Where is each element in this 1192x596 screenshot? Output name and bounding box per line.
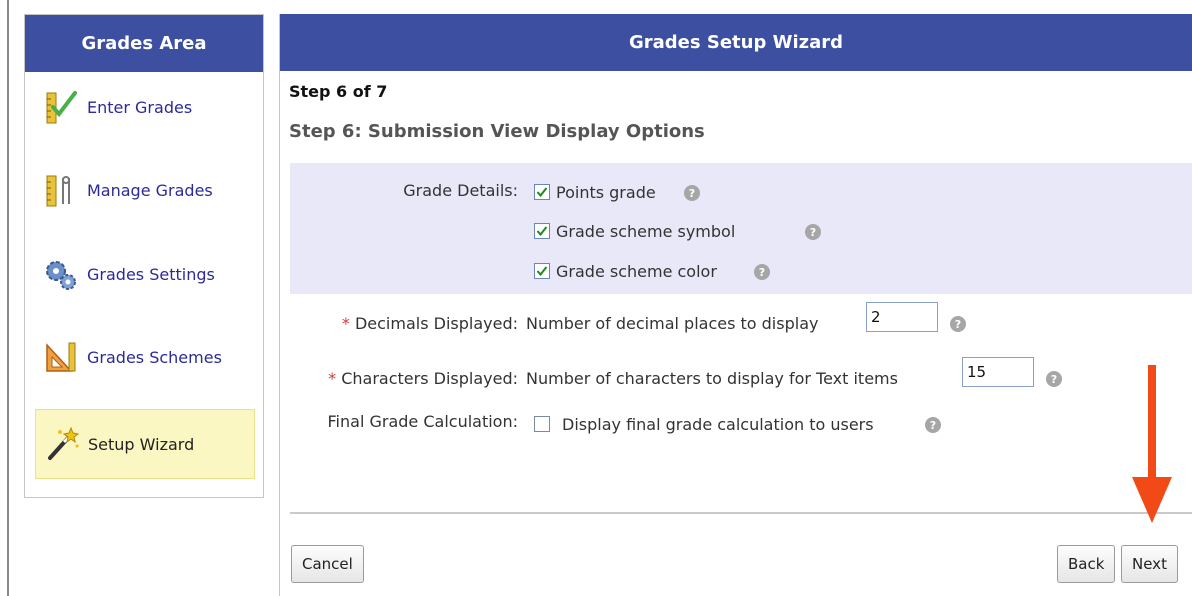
decimals-label-text: Decimals Displayed: [354, 314, 518, 333]
footer-divider [290, 512, 1192, 514]
help-icon[interactable]: ? [754, 264, 770, 280]
sidebar-item-label: Grades Schemes [87, 347, 222, 367]
grade-scheme-symbol-checkbox[interactable] [534, 223, 550, 239]
characters-input[interactable] [962, 357, 1034, 387]
decimals-displayed-label: * Decimals Displayed: [310, 314, 518, 333]
next-button[interactable]: Next [1121, 545, 1178, 583]
sidebar-item-label: Setup Wizard [88, 434, 195, 454]
sidebar-item-grades-settings[interactable]: Grades Settings [35, 239, 255, 309]
final-grade-calculation-label: Final Grade Calculation: [327, 412, 518, 431]
help-icon[interactable]: ? [925, 417, 941, 433]
characters-displayed-label: * Characters Displayed: [290, 369, 518, 388]
grades-area-panel: Grades Area Enter Grades Manage Grades G… [24, 14, 264, 498]
arrow-down-icon [1132, 365, 1172, 523]
ruler-check-icon [41, 87, 81, 127]
gears-icon [41, 254, 81, 294]
magic-wand-icon [42, 424, 82, 464]
grade-scheme-color-checkbox[interactable] [534, 263, 550, 279]
grade-details-label: Grade Details: [403, 181, 518, 200]
left-border-rule [7, 0, 9, 596]
back-button[interactable]: Back [1057, 545, 1116, 583]
sidebar-item-manage-grades[interactable]: Manage Grades [35, 155, 255, 225]
checkmark-icon [536, 266, 548, 277]
checkmark-icon [536, 226, 548, 237]
sidebar-item-setup-wizard[interactable]: Setup Wizard [35, 409, 255, 479]
sidebar-item-label: Grades Settings [87, 264, 215, 284]
wizard-header: Grades Setup Wizard [280, 14, 1192, 71]
sidebar-item-label: Manage Grades [87, 180, 213, 200]
sidebar-item-grades-schemes[interactable]: Grades Schemes [35, 322, 255, 392]
points-grade-label: Points grade [556, 183, 656, 202]
step-count: Step 6 of 7 [289, 82, 388, 101]
help-icon[interactable]: ? [950, 316, 966, 332]
points-grade-checkbox[interactable] [534, 184, 550, 200]
help-icon[interactable]: ? [684, 185, 700, 201]
characters-label-text: Characters Displayed: [341, 369, 518, 388]
checkmark-icon [536, 187, 548, 198]
characters-description: Number of characters to display for Text… [526, 369, 898, 388]
grade-scheme-symbol-label: Grade scheme symbol [556, 222, 736, 241]
required-marker: * [328, 369, 337, 388]
display-final-grade-checkbox[interactable] [534, 416, 550, 432]
sidebar-item-enter-grades[interactable]: Enter Grades [35, 72, 255, 142]
ruler-tools-icon [41, 170, 81, 210]
sidebar-item-label: Enter Grades [87, 97, 193, 117]
help-icon[interactable]: ? [1046, 371, 1062, 387]
decimals-description: Number of decimal places to display [526, 314, 819, 333]
decimals-input[interactable] [866, 302, 938, 332]
set-square-icon [41, 337, 81, 377]
cancel-button[interactable]: Cancel [291, 545, 364, 583]
grades-area-header: Grades Area [25, 15, 263, 72]
required-marker: * [341, 314, 350, 333]
help-icon[interactable]: ? [805, 224, 821, 240]
step-title: Step 6: Submission View Display Options [289, 121, 705, 142]
grade-scheme-color-label: Grade scheme color [556, 262, 717, 281]
grades-setup-wizard-panel: Grades Setup Wizard Step 6 of 7 Step 6: … [279, 14, 1192, 596]
display-final-grade-label: Display final grade calculation to users [562, 415, 874, 434]
